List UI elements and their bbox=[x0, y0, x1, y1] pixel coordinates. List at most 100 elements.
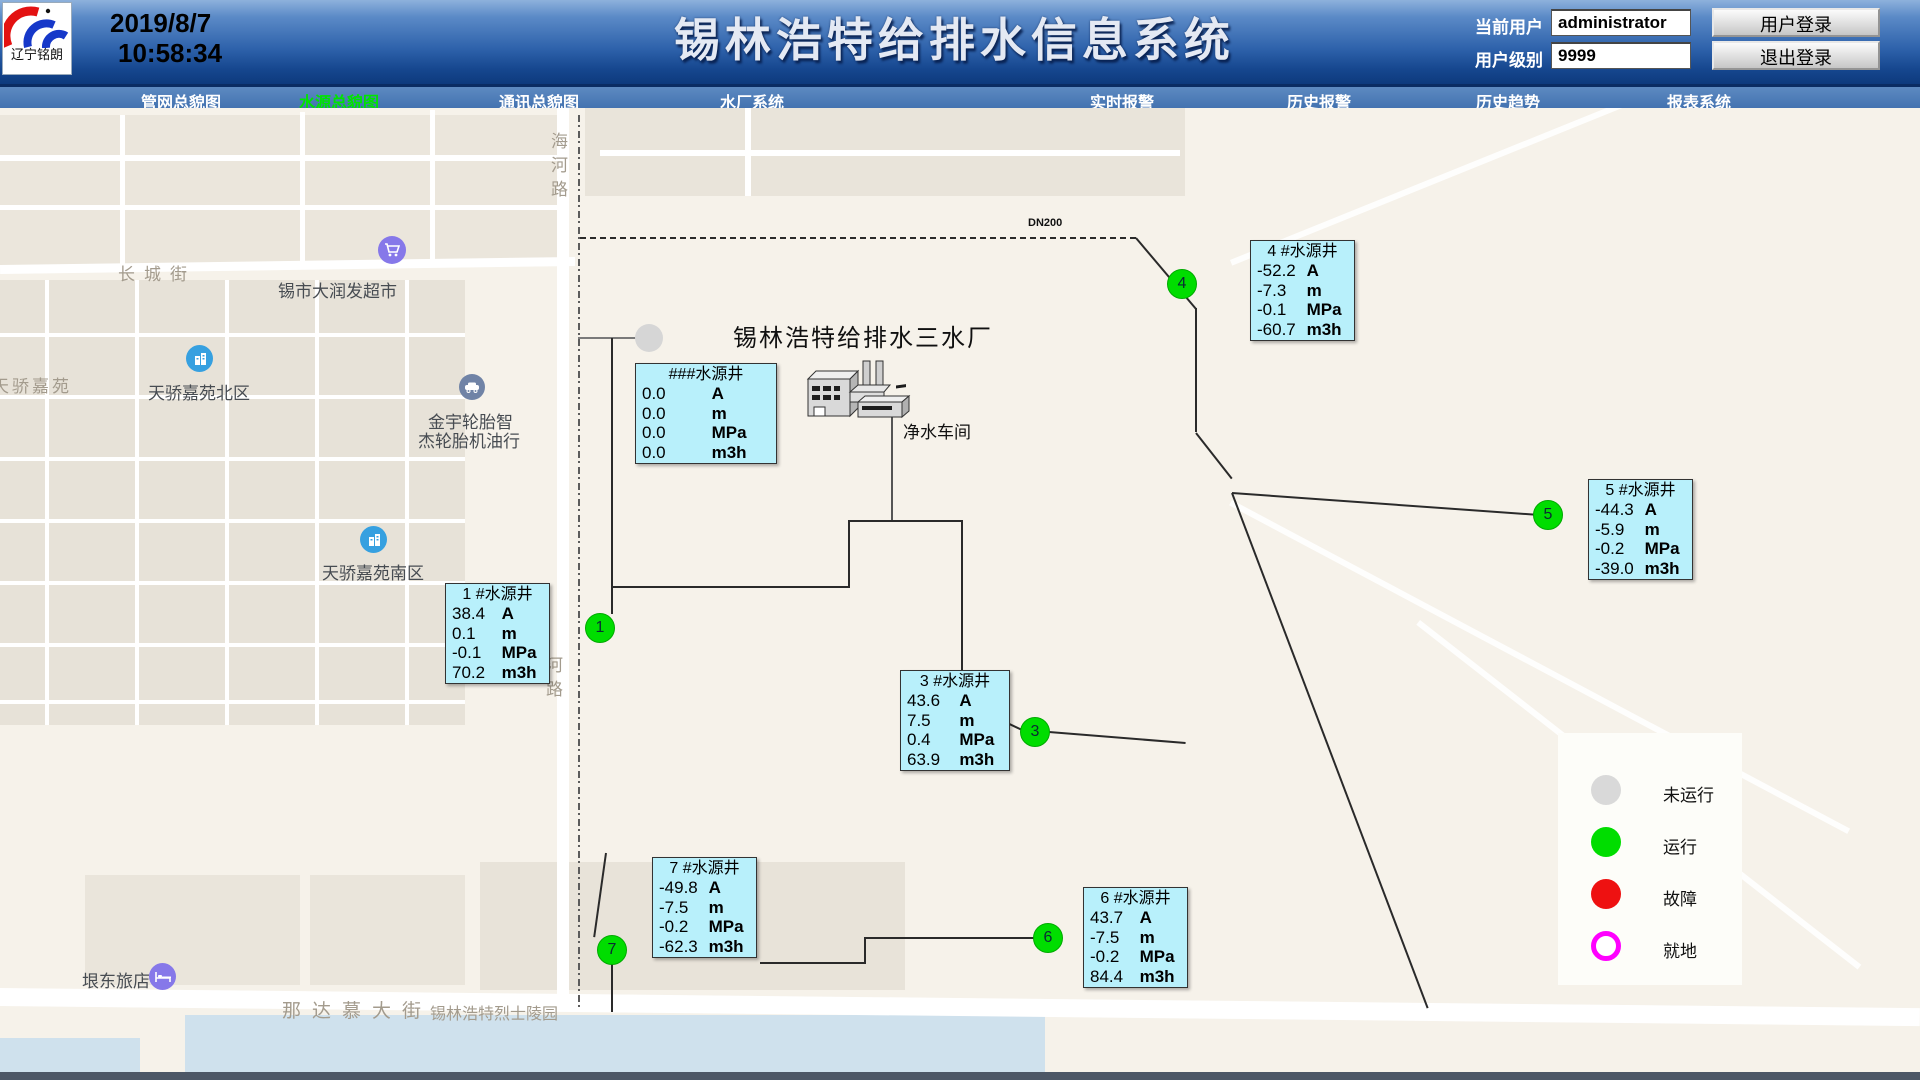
unit-label: MPa bbox=[712, 423, 747, 443]
well-level: 0.1 bbox=[446, 624, 502, 644]
pipe-line bbox=[848, 520, 850, 588]
unit-label: MPa bbox=[959, 730, 994, 750]
unit-label: A bbox=[502, 604, 514, 624]
map-road bbox=[315, 280, 319, 725]
legend-fault-icon bbox=[1591, 879, 1621, 909]
street-label-nadamu: 那达慕大街 bbox=[282, 996, 432, 1023]
well-marker-6[interactable]: 6 bbox=[1033, 923, 1063, 953]
pipe-line bbox=[611, 586, 849, 588]
well-level: -5.9 bbox=[1589, 520, 1645, 540]
legend-running-icon bbox=[1591, 827, 1621, 857]
poi-label-runfa-supermarket: 锡市大润发超市 bbox=[278, 277, 397, 302]
map-road bbox=[0, 155, 560, 161]
place-label-tianjiao: 天骄嘉苑 bbox=[0, 372, 72, 397]
legend-not-running-label: 未运行 bbox=[1663, 781, 1714, 806]
well-current: -44.3 bbox=[1589, 500, 1645, 520]
well-current: 0.0 bbox=[636, 384, 712, 404]
poi-label-tianjiao-south: 天骄嘉苑南区 bbox=[322, 559, 424, 584]
residential-building-icon bbox=[360, 526, 387, 553]
current-user-input[interactable] bbox=[1551, 9, 1691, 36]
unit-label: MPa bbox=[1307, 300, 1342, 320]
unit-label: m3h bbox=[1307, 320, 1342, 340]
unit-label: MPa bbox=[502, 643, 537, 663]
well-marker-5[interactable]: 5 bbox=[1533, 500, 1563, 530]
logo-arcs-icon bbox=[4, 4, 70, 48]
unit-label: m bbox=[1645, 520, 1660, 540]
user-login-button[interactable]: 用户登录 bbox=[1712, 8, 1880, 37]
map-road-haihe bbox=[557, 108, 569, 1010]
unit-label: A bbox=[1140, 908, 1152, 928]
user-level-input[interactable] bbox=[1551, 42, 1691, 69]
well-flow: -39.0 bbox=[1589, 559, 1645, 579]
poi-label-yinkeng-hotel: 垠东旅店 bbox=[82, 967, 150, 992]
pipe-line bbox=[848, 520, 962, 522]
well-title: 3 #水源井 bbox=[901, 672, 1009, 691]
map-block-residential bbox=[0, 280, 465, 725]
well-databox-unassigned[interactable]: ###水源井 0.0A 0.0m 0.0MPa 0.0m3h bbox=[635, 363, 777, 464]
map-road bbox=[1229, 500, 1850, 834]
pipe-diameter-label: DN200 bbox=[1028, 217, 1062, 229]
unit-label: m3h bbox=[502, 663, 537, 683]
map-road bbox=[600, 150, 1180, 156]
well-databox-3[interactable]: 3 #水源井 43.6A 7.5m 0.4MPa 63.9m3h bbox=[900, 670, 1010, 771]
well-pressure: -0.2 bbox=[653, 917, 709, 937]
well-marker-3[interactable]: 3 bbox=[1020, 717, 1050, 747]
map-road bbox=[430, 110, 435, 265]
well-marker-1[interactable]: 1 bbox=[585, 613, 615, 643]
map-road bbox=[0, 643, 465, 647]
system-title: 锡林浩特给排水信息系统 bbox=[674, 4, 1235, 70]
map-block bbox=[0, 115, 562, 265]
map-road bbox=[0, 700, 465, 704]
well-marker-4[interactable]: 4 bbox=[1167, 269, 1197, 299]
well-current: 43.7 bbox=[1084, 908, 1140, 928]
well-databox-5[interactable]: 5 #水源井 -44.3A -5.9m -0.2MPa -39.0m3h bbox=[1588, 479, 1693, 580]
unit-label: MPa bbox=[1140, 947, 1175, 967]
unit-label: m3h bbox=[959, 750, 994, 770]
well-pressure: 0.0 bbox=[636, 423, 712, 443]
well-databox-1[interactable]: 1 #水源井 38.4A 0.1m -0.1MPa 70.2m3h bbox=[445, 583, 550, 684]
status-legend: 未运行 运行 故障 就地 bbox=[1558, 733, 1742, 985]
pipe-dn200-dashed bbox=[580, 237, 1136, 239]
well-databox-4[interactable]: 4 #水源井 -52.2A -7.3m -0.1MPa -60.7m3h bbox=[1250, 240, 1355, 341]
pipe-line-to-idle-well bbox=[578, 337, 636, 339]
logo-company-name: 辽宁铭朗 bbox=[3, 48, 71, 62]
map-canvas[interactable]: 长城街 海河路 河路 那达慕大街 锡林浩特烈士陵园 天骄嘉苑 锡市大润发超市 天… bbox=[0, 108, 1920, 1072]
pipe-line-plant bbox=[891, 417, 893, 520]
unit-label: A bbox=[709, 878, 721, 898]
unit-label: m bbox=[712, 404, 727, 424]
well-title: 7 #水源井 bbox=[653, 859, 756, 878]
header-bar: 辽宁铭朗 2019/8/7 10:58:34 锡林浩特给排水信息系统 当前用户 … bbox=[0, 0, 1920, 84]
well-pressure: 0.4 bbox=[901, 730, 959, 750]
well-pressure: -0.2 bbox=[1589, 539, 1645, 559]
well-flow: -62.3 bbox=[653, 937, 709, 957]
map-road bbox=[225, 280, 229, 725]
pipe-line bbox=[1195, 432, 1232, 479]
car-service-icon bbox=[459, 374, 485, 400]
datetime-display: 2019/8/7 10:58:34 bbox=[110, 8, 222, 68]
pipe-line-to-well3 bbox=[1049, 731, 1186, 744]
well-level: -7.5 bbox=[1084, 928, 1140, 948]
pipe-line bbox=[1231, 493, 1429, 1009]
well-flow: -60.7 bbox=[1251, 320, 1307, 340]
pipe-line-to-well6 bbox=[864, 937, 1034, 939]
map-road bbox=[0, 519, 465, 523]
current-time: 10:58:34 bbox=[110, 38, 222, 68]
pipe-line bbox=[611, 964, 613, 1012]
residential-building-icon bbox=[186, 345, 213, 372]
well-marker-7[interactable]: 7 bbox=[597, 935, 627, 965]
user-level-label: 用户级别 bbox=[1475, 46, 1543, 71]
legend-local-label: 就地 bbox=[1663, 937, 1697, 962]
map-road bbox=[0, 457, 465, 461]
well-level: 0.0 bbox=[636, 404, 712, 424]
well-current: 38.4 bbox=[446, 604, 502, 624]
well-title: 4 #水源井 bbox=[1251, 242, 1354, 261]
unit-label: m bbox=[1140, 928, 1155, 948]
well-databox-7[interactable]: 7 #水源井 -49.8A -7.5m -0.2MPa -62.3m3h bbox=[652, 857, 757, 958]
map-road bbox=[135, 280, 139, 725]
well-current: -49.8 bbox=[653, 878, 709, 898]
logout-button[interactable]: 退出登录 bbox=[1712, 41, 1880, 70]
window-bottom-edge bbox=[0, 1072, 1920, 1080]
legend-fault-label: 故障 bbox=[1663, 885, 1697, 910]
well-pressure: -0.2 bbox=[1084, 947, 1140, 967]
well-databox-6[interactable]: 6 #水源井 43.7A -7.5m -0.2MPa 84.4m3h bbox=[1083, 887, 1188, 988]
